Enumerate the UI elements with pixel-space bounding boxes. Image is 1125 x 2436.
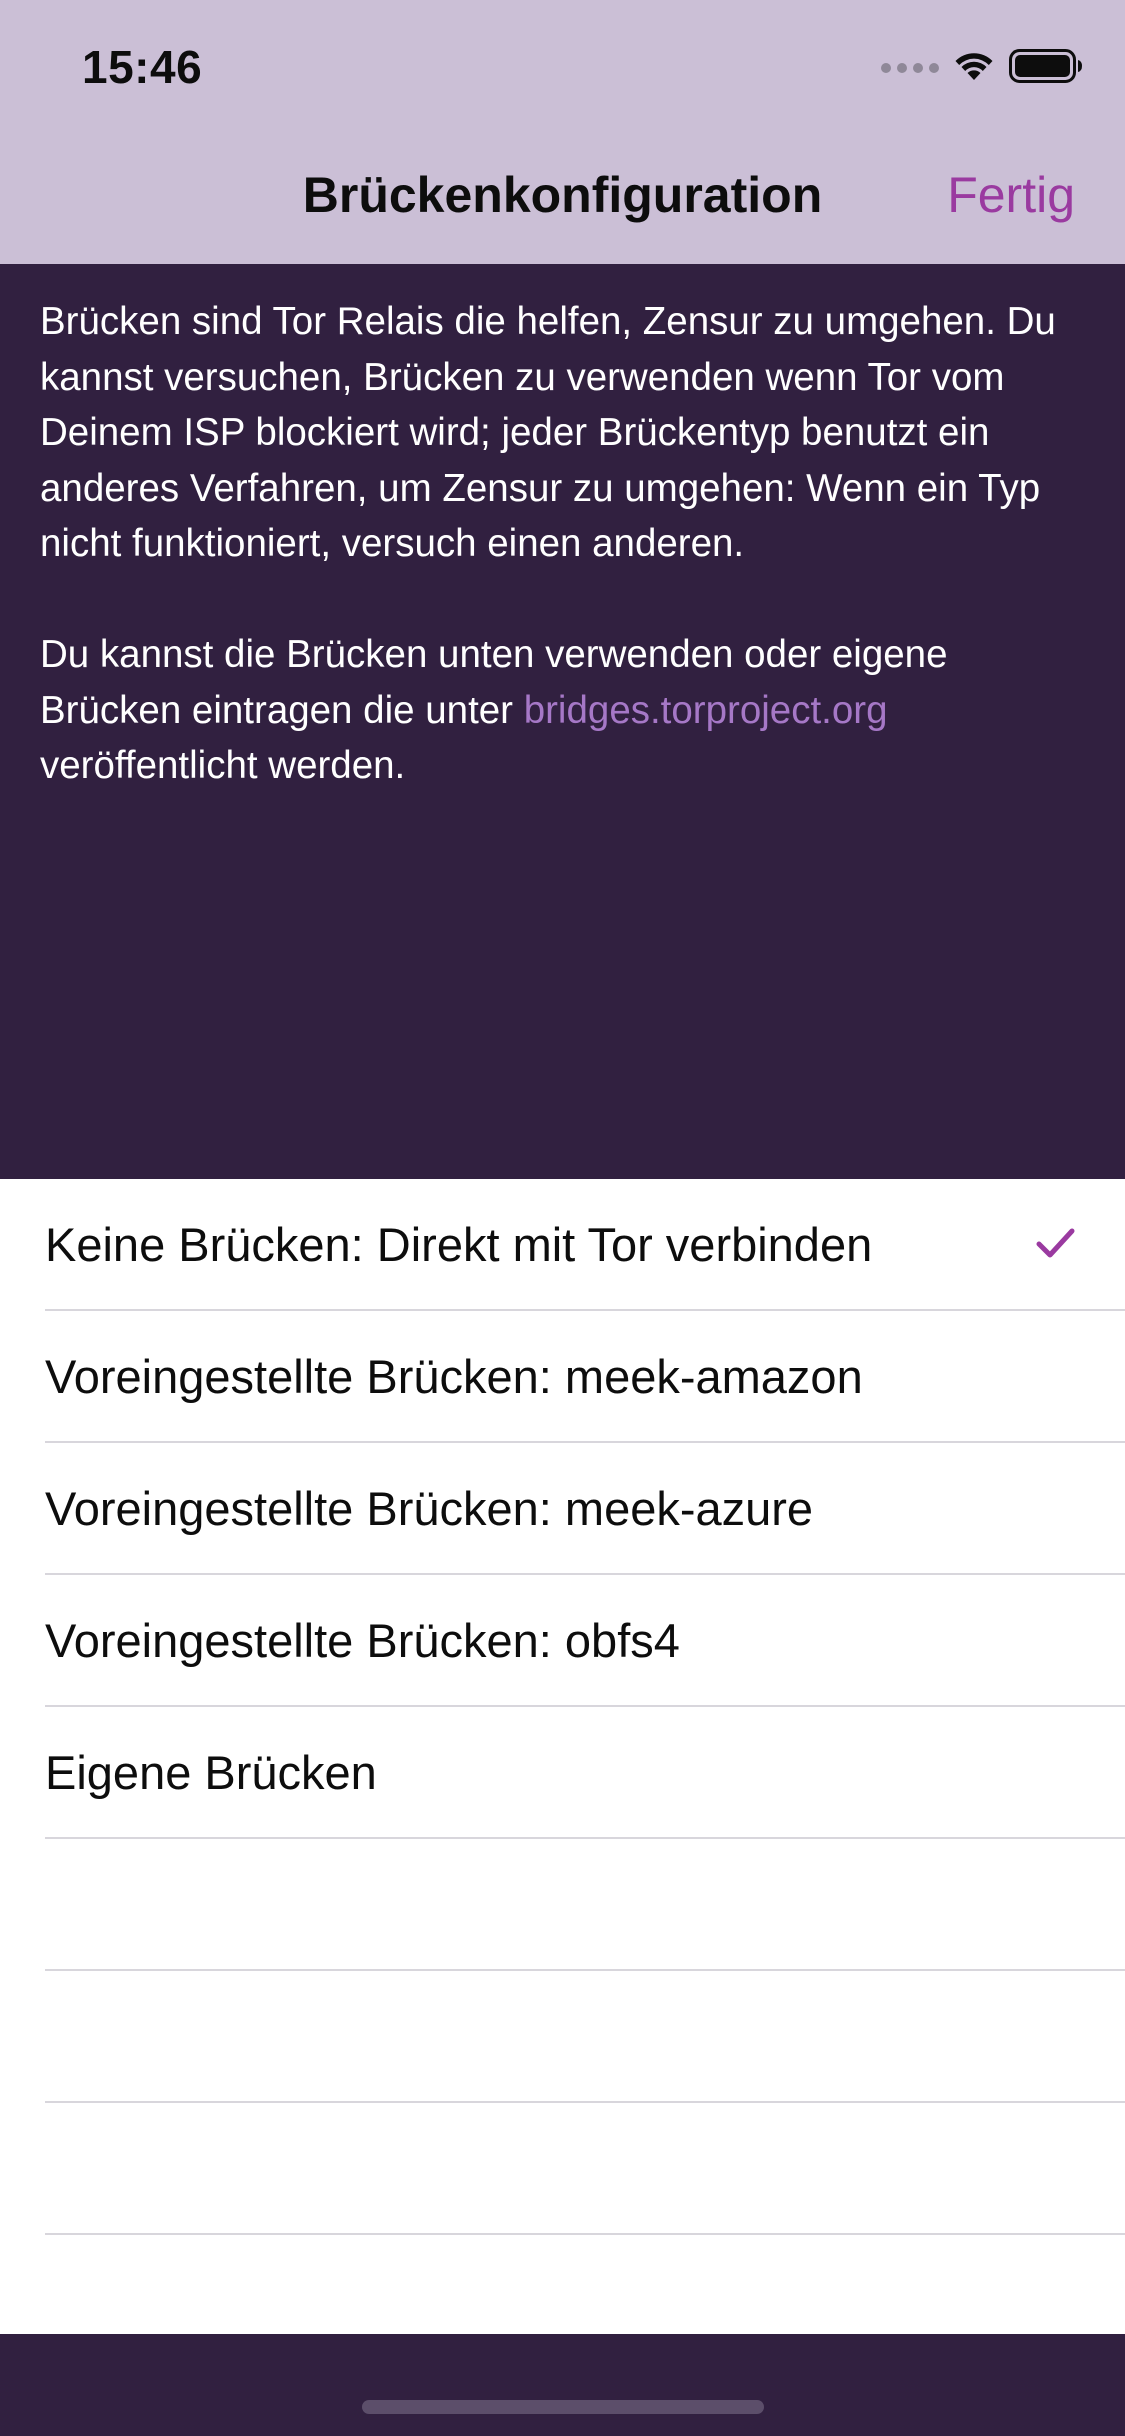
done-button[interactable]: Fertig xyxy=(947,166,1075,224)
description-text: veröffentlicht werden. xyxy=(40,744,406,787)
bridges-description: Brücken sind Tor Relais die helfen, Zens… xyxy=(0,264,1125,1179)
description-paragraph: Brücken sind Tor Relais die helfen, Zens… xyxy=(40,300,1056,565)
home-indicator[interactable] xyxy=(362,2400,764,2414)
bridge-options-list: Keine Brücken: Direkt mit Tor verbinden … xyxy=(0,1179,1125,2235)
option-meek-amazon[interactable]: Voreingestellte Brücken: meek-amazon xyxy=(45,1311,1125,1443)
cellular-signal-icon xyxy=(881,63,939,73)
option-label: Voreingestellte Brücken: obfs4 xyxy=(45,1614,680,1667)
status-time: 15:46 xyxy=(82,41,203,93)
empty-row xyxy=(45,1839,1125,1971)
navigation-bar: 15:46 Brückenkonfiguration Fertig xyxy=(0,0,1125,264)
battery-icon xyxy=(1009,48,1083,88)
option-obfs4[interactable]: Voreingestellte Brücken: obfs4 xyxy=(45,1575,1125,1707)
bottom-bar xyxy=(0,2334,1125,2436)
status-icons xyxy=(881,48,1083,88)
option-label: Keine Brücken: Direkt mit Tor verbinden xyxy=(45,1218,873,1271)
description-paragraph: Du kannst die Brücken unten verwenden od… xyxy=(40,627,1085,794)
option-label: Voreingestellte Brücken: meek-azure xyxy=(45,1482,814,1535)
option-meek-azure[interactable]: Voreingestellte Brücken: meek-azure xyxy=(45,1443,1125,1575)
option-label: Voreingestellte Brücken: meek-amazon xyxy=(45,1350,863,1403)
option-custom-bridges[interactable]: Eigene Brücken xyxy=(45,1707,1125,1839)
bridges-link[interactable]: bridges.torproject.org xyxy=(524,689,888,732)
option-label: Eigene Brücken xyxy=(45,1746,377,1799)
empty-row xyxy=(45,1971,1125,2103)
wifi-icon xyxy=(953,50,995,87)
empty-row xyxy=(45,2103,1125,2235)
checkmark-icon xyxy=(1035,1223,1075,1268)
option-no-bridges[interactable]: Keine Brücken: Direkt mit Tor verbinden xyxy=(45,1179,1125,1311)
